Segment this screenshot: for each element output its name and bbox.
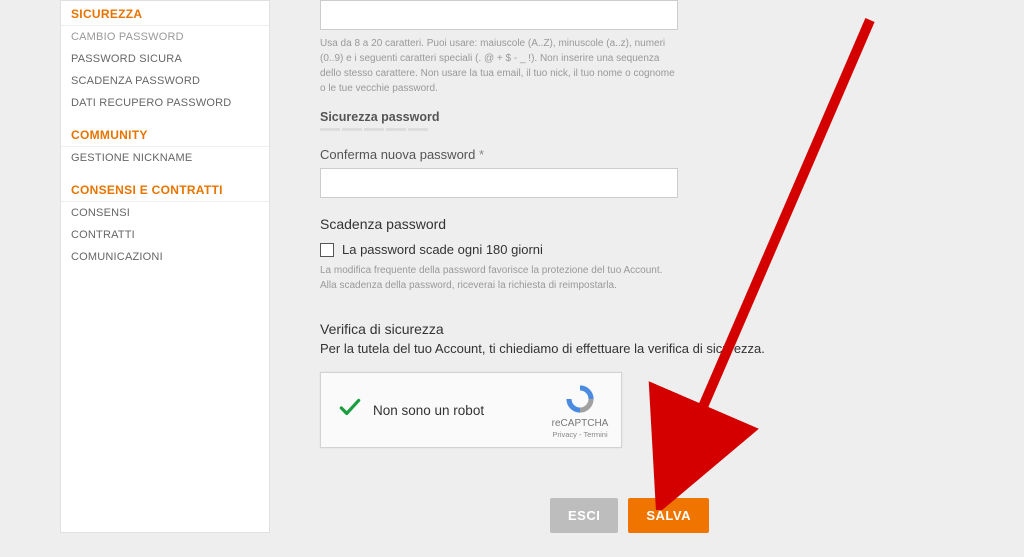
sidebar-item-dati-recupero[interactable]: DATI RECUPERO PASSWORD bbox=[61, 92, 269, 114]
confirm-password-input[interactable] bbox=[320, 168, 678, 198]
recaptcha-logo-icon bbox=[563, 382, 597, 416]
sidebar-item-consensi[interactable]: CONSENSI bbox=[61, 202, 269, 224]
verify-text: Per la tutela del tuo Account, ti chiedi… bbox=[320, 341, 944, 356]
password-hint: Usa da 8 a 20 caratteri. Puoi usare: mai… bbox=[320, 36, 680, 96]
sidebar: SICUREZZA CAMBIO PASSWORD PASSWORD SICUR… bbox=[60, 0, 270, 533]
recaptcha-badge: reCAPTCHA Privacy - Termini bbox=[549, 382, 611, 439]
sidebar-item-contratti[interactable]: CONTRATTI bbox=[61, 224, 269, 246]
expiry-heading: Scadenza password bbox=[320, 216, 944, 232]
main-content: Usa da 8 a 20 caratteri. Puoi usare: mai… bbox=[300, 0, 964, 533]
sidebar-header-sicurezza: SICUREZZA bbox=[61, 1, 269, 26]
sidebar-item-scadenza-password[interactable]: SCADENZA PASSWORD bbox=[61, 70, 269, 92]
expiry-checkbox[interactable] bbox=[320, 243, 334, 257]
expiry-checkbox-label: La password scade ogni 180 giorni bbox=[342, 242, 543, 257]
sidebar-header-community: COMMUNITY bbox=[61, 122, 269, 147]
confirm-password-label: Conferma nuova password * bbox=[320, 147, 944, 162]
sidebar-item-password-sicura[interactable]: PASSWORD SICURA bbox=[61, 48, 269, 70]
strength-meter bbox=[320, 128, 944, 131]
sidebar-item-cambio-password[interactable]: CAMBIO PASSWORD bbox=[61, 26, 269, 48]
cancel-button[interactable]: ESCI bbox=[550, 498, 618, 533]
strength-label: Sicurezza password bbox=[320, 110, 944, 124]
save-button[interactable]: SALVA bbox=[628, 498, 709, 533]
recaptcha[interactable]: Non sono un robot reCAPTCHA Privacy - Te… bbox=[320, 372, 622, 448]
password-input[interactable] bbox=[320, 0, 678, 30]
recaptcha-label: Non sono un robot bbox=[373, 403, 549, 418]
expiry-hint: La modifica frequente della password fav… bbox=[320, 263, 680, 293]
checkmark-icon bbox=[337, 395, 361, 426]
sidebar-header-consensi: CONSENSI E CONTRATTI bbox=[61, 177, 269, 202]
verify-heading: Verifica di sicurezza bbox=[320, 321, 944, 337]
sidebar-item-comunicazioni[interactable]: COMUNICAZIONI bbox=[61, 246, 269, 268]
sidebar-item-gestione-nickname[interactable]: GESTIONE NICKNAME bbox=[61, 147, 269, 169]
